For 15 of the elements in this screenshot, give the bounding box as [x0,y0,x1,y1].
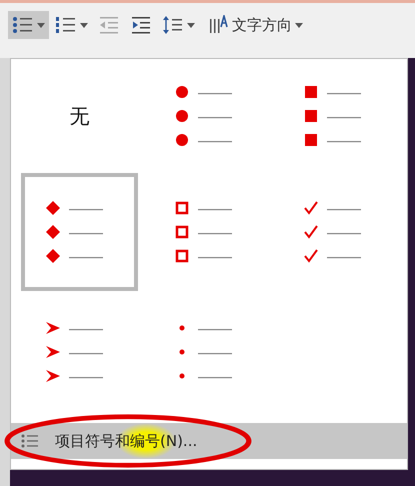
bullet-style-option[interactable] [21,173,138,291]
decrease-indent-icon [98,15,120,35]
increase-indent-icon [130,15,152,35]
text-direction-button[interactable]: 文字方向 [205,11,307,39]
bullet-list-icon [21,433,39,449]
dropdown-arrow-icon [80,22,88,28]
numbered-list-icon [55,15,77,35]
line-spacing-icon [162,15,184,35]
bullet-style-option[interactable]: 无 [21,63,138,169]
dropdown-arrow-icon [295,22,303,28]
dropdown-arrow-icon [187,22,195,28]
toolbar-button[interactable] [8,11,49,39]
dropdown-arrow-icon [37,22,45,28]
bullet-list-icon [12,15,34,35]
text-direction-icon [209,15,229,35]
